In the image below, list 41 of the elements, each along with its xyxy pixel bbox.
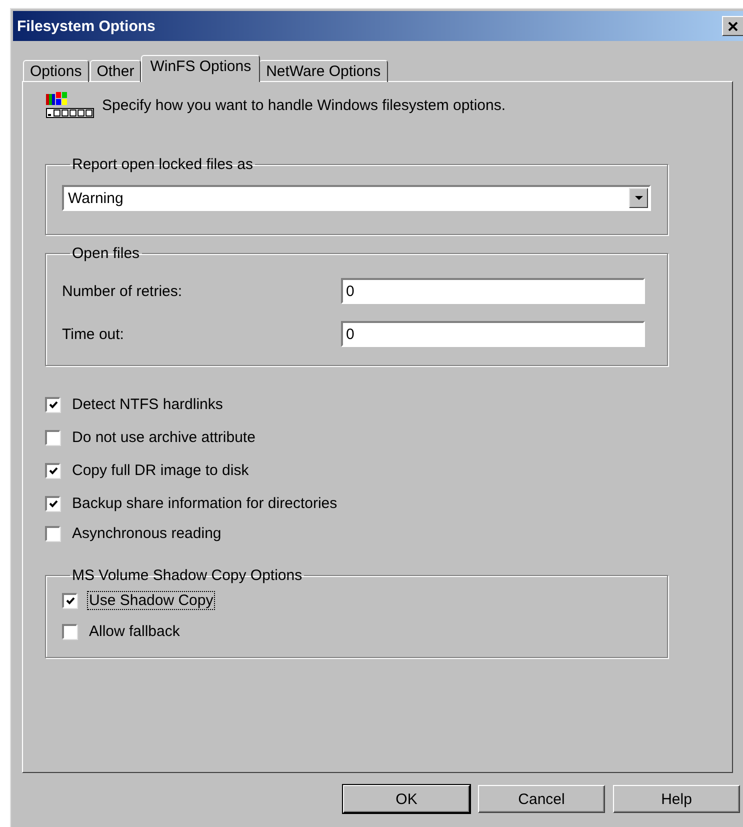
checkbox-label[interactable]: Allow fallback xyxy=(87,622,182,640)
checkbox-label[interactable]: Detect NTFS hardlinks xyxy=(70,394,225,414)
dropdown-value: Warning xyxy=(68,190,124,206)
group-title: Open files xyxy=(71,245,141,262)
checkbox[interactable] xyxy=(45,526,60,540)
checkbox[interactable] xyxy=(45,462,60,478)
caret-icon xyxy=(634,196,642,200)
checkbox[interactable] xyxy=(62,592,77,608)
checkbox-label[interactable]: Do not use archive attribute xyxy=(70,428,258,446)
dropdown[interactable]: Warning xyxy=(62,185,651,211)
check-mark-icon xyxy=(48,466,58,474)
input-field[interactable]: 0 xyxy=(341,321,645,347)
dialog-button[interactable]: Cancel xyxy=(478,785,605,813)
checkbox-label[interactable]: Backup share information for directories xyxy=(70,494,340,512)
group-title: MS Volume Shadow Copy Options xyxy=(71,567,304,584)
checkbox[interactable] xyxy=(62,624,77,638)
device-icon xyxy=(46,108,94,118)
colored-squares-icon xyxy=(46,91,68,107)
tab[interactable]: WinFS Options xyxy=(141,55,260,82)
dialog-button[interactable]: OK xyxy=(343,785,470,813)
check-mark-icon xyxy=(66,596,74,604)
checkbox-label[interactable]: Use Shadow Copy xyxy=(87,590,216,610)
tab[interactable]: Options xyxy=(23,60,89,82)
checkbox[interactable] xyxy=(45,396,60,412)
checkbox-label[interactable]: Asynchronous reading xyxy=(70,524,224,542)
close-button[interactable] xyxy=(722,16,743,36)
dialog-button[interactable]: Help xyxy=(613,785,740,813)
window-title: Filesystem Options xyxy=(17,18,156,34)
checkbox[interactable] xyxy=(45,430,60,444)
checkbox[interactable] xyxy=(45,496,60,510)
group-title: Report open locked files as xyxy=(71,156,254,173)
check-mark-icon xyxy=(48,400,58,408)
tab[interactable]: NetWare Options xyxy=(259,60,388,82)
dropdown-arrow-button[interactable] xyxy=(629,188,648,208)
close-icon xyxy=(728,22,738,30)
check-mark-icon xyxy=(48,500,58,508)
field-label: Time out: xyxy=(62,326,124,342)
intro-text: Specify how you want to handle Windows filesystem options. xyxy=(102,97,506,114)
input-field[interactable]: 0 xyxy=(341,278,645,304)
field-label: Number of retries: xyxy=(62,282,182,300)
checkbox-label[interactable]: Copy full DR image to disk xyxy=(70,460,251,480)
